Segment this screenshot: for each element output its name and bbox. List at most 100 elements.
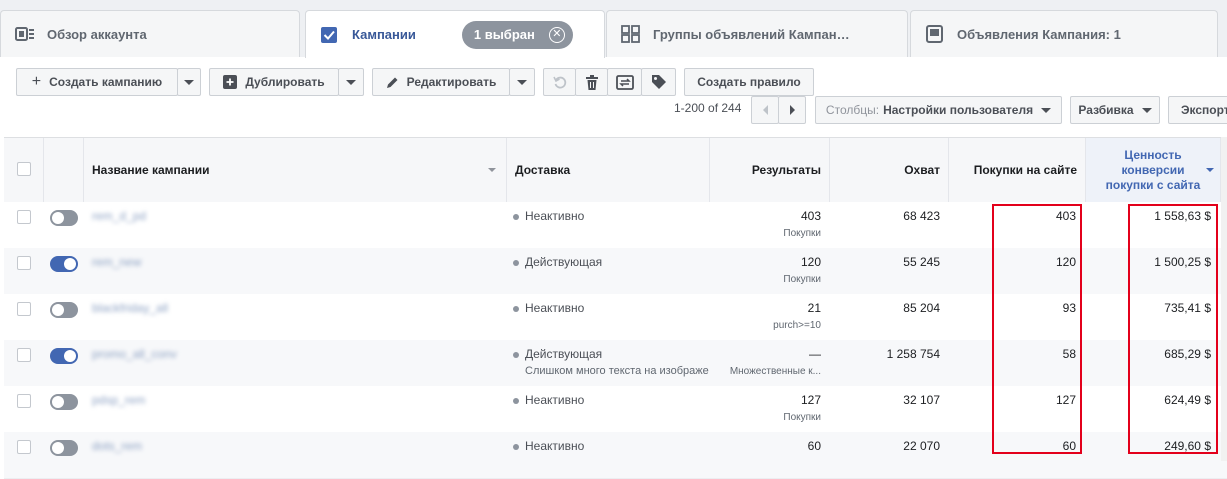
campaign-toggle[interactable]	[50, 348, 78, 364]
delivery-status: Действующая	[513, 255, 709, 269]
conversion-value: 1 558,63 $	[1154, 209, 1211, 223]
campaign-toggle[interactable]	[50, 440, 78, 456]
delivery-status: Действующая	[513, 347, 709, 361]
campaign-toggle[interactable]	[50, 210, 78, 226]
duplicate-button[interactable]: Дублировать	[209, 68, 339, 96]
selected-badge[interactable]: 1 выбран ✕	[461, 20, 573, 49]
tab-adsets[interactable]: Группы объявлений Кампания: 1	[606, 10, 908, 57]
breakdown-dropdown[interactable]: Разбивка	[1070, 96, 1160, 124]
results-type: Покупки	[783, 274, 821, 285]
results-type: Покупки	[783, 412, 821, 423]
campaign-name[interactable]: dots_rem	[92, 439, 142, 453]
ab-test-button[interactable]	[607, 68, 642, 96]
header-select-cell	[4, 138, 44, 202]
header-conversion-value[interactable]: Ценность конверсии покупки с сайта	[1086, 138, 1221, 202]
conversion-value: 1 500,25 $	[1154, 255, 1211, 269]
columns-value: Настройки пользователя	[883, 103, 1034, 117]
edit-button[interactable]: Редактировать	[372, 68, 510, 96]
tab-label: Объявления Кампания: 1	[957, 26, 1121, 42]
campaign-toggle[interactable]	[50, 256, 78, 272]
results-value: 403	[800, 209, 821, 223]
create-rule-button[interactable]: Создать правило	[684, 68, 814, 96]
duplicate-dropdown[interactable]	[338, 68, 364, 96]
create-campaign-button[interactable]: + Создать кампанию	[16, 68, 178, 96]
row-checkbox[interactable]	[17, 210, 31, 224]
results-type: Множественные к...	[729, 366, 821, 377]
row-checkbox[interactable]	[17, 256, 31, 270]
export-label: Экспорт	[1181, 103, 1227, 117]
delivery-status: Неактивно	[513, 301, 709, 315]
table-row[interactable]: dots_rem Неактивно 60 22 070 60 249,60 $	[4, 432, 1227, 479]
columns-label: Столбцы:	[825, 103, 880, 117]
header-label: Охват	[904, 163, 940, 177]
table-row[interactable]: rem_d_pd Неактивно 403 Покупки 68 423 40…	[4, 202, 1227, 249]
tab-label: Обзор аккаунта	[47, 26, 147, 42]
campaign-name[interactable]: blackfriday_all	[92, 301, 168, 315]
row-checkbox[interactable]	[17, 302, 31, 316]
status-dot-icon	[513, 305, 519, 312]
campaign-name[interactable]: rem_d_pd	[92, 209, 146, 223]
undo-icon	[552, 76, 566, 89]
campaign-name[interactable]: promo_all_conv	[92, 347, 177, 361]
header-delivery[interactable]: Доставка	[507, 138, 710, 202]
results-value: —	[809, 347, 821, 361]
ab-test-icon	[615, 74, 634, 90]
tab-label: Кампании	[352, 27, 416, 42]
campaign-toggle[interactable]	[50, 394, 78, 410]
conversion-value: 249,60 $	[1164, 439, 1211, 453]
create-campaign-dropdown[interactable]	[177, 68, 201, 96]
create-rule-label: Создать правило	[697, 75, 801, 89]
purchases-value: 58	[1062, 347, 1076, 361]
next-page-button[interactable]	[778, 96, 806, 124]
table-row[interactable]: blackfriday_all Неактивно 21 purch>=10 8…	[4, 294, 1227, 341]
clear-selection-icon[interactable]: ✕	[548, 26, 565, 43]
header-reach[interactable]: Охват	[830, 138, 949, 202]
tab-campaigns[interactable]: Кампании 1 выбран ✕	[305, 10, 605, 58]
prev-page-button[interactable]	[751, 96, 779, 124]
plus-icon: +	[31, 73, 42, 90]
campaign-toggle[interactable]	[50, 302, 78, 318]
header-campaign-name[interactable]: Название кампании	[84, 138, 507, 202]
delete-button[interactable]	[575, 68, 608, 96]
chevron-right-icon	[789, 105, 795, 115]
header-purchases[interactable]: Покупки на сайте	[949, 138, 1086, 202]
table-row[interactable]: rem_new Действующая 120 Покупки 55 245 1…	[4, 248, 1227, 295]
row-checkbox[interactable]	[17, 394, 31, 408]
tag-icon	[651, 75, 666, 89]
undo-button[interactable]	[543, 68, 576, 96]
results-value: 21	[807, 301, 821, 315]
status-dot-icon	[513, 351, 519, 358]
purchases-value: 120	[1055, 255, 1076, 269]
table-row[interactable]: pdsp_rem Неактивно 127 Покупки 32 107 12…	[4, 386, 1227, 433]
table-row[interactable]: promo_all_conv Действующая Слишком много…	[4, 340, 1227, 387]
results-type: purch>=10	[773, 320, 821, 331]
row-checkbox[interactable]	[17, 440, 31, 454]
row-checkbox[interactable]	[17, 348, 31, 362]
account-overview-icon	[15, 27, 34, 41]
purchases-value: 93	[1062, 301, 1076, 315]
chevron-down-icon	[1141, 107, 1152, 113]
edit-dropdown[interactable]	[509, 68, 535, 96]
tab-account-overview[interactable]: Обзор аккаунта	[0, 10, 300, 57]
columns-dropdown[interactable]: Столбцы: Настройки пользователя	[815, 96, 1062, 124]
reach-value: 68 423	[903, 209, 940, 223]
status-dot-icon	[513, 443, 519, 450]
select-all-checkbox[interactable]	[17, 162, 31, 176]
pencil-icon	[386, 77, 398, 88]
selected-count: 1 выбран	[473, 27, 535, 42]
header-label: Ценность конверсии покупки с сайта	[1105, 147, 1201, 192]
header-results[interactable]: Результаты	[710, 138, 830, 202]
tab-ads[interactable]: Объявления Кампания: 1	[910, 10, 1218, 57]
chevron-left-icon	[762, 105, 768, 115]
export-button[interactable]: Экспорт	[1168, 96, 1227, 124]
vertical-scrollbar[interactable]	[1221, 137, 1227, 461]
header-label: Доставка	[515, 163, 571, 177]
duplicate-label: Дублировать	[245, 75, 325, 89]
chevron-down-icon	[1041, 107, 1052, 113]
conversion-value: 624,49 $	[1164, 393, 1211, 407]
tag-button[interactable]	[641, 68, 676, 96]
purchases-value: 127	[1055, 393, 1076, 407]
campaign-name[interactable]: rem_new	[92, 255, 141, 269]
campaign-name[interactable]: pdsp_rem	[92, 393, 145, 407]
reach-value: 32 107	[903, 393, 940, 407]
